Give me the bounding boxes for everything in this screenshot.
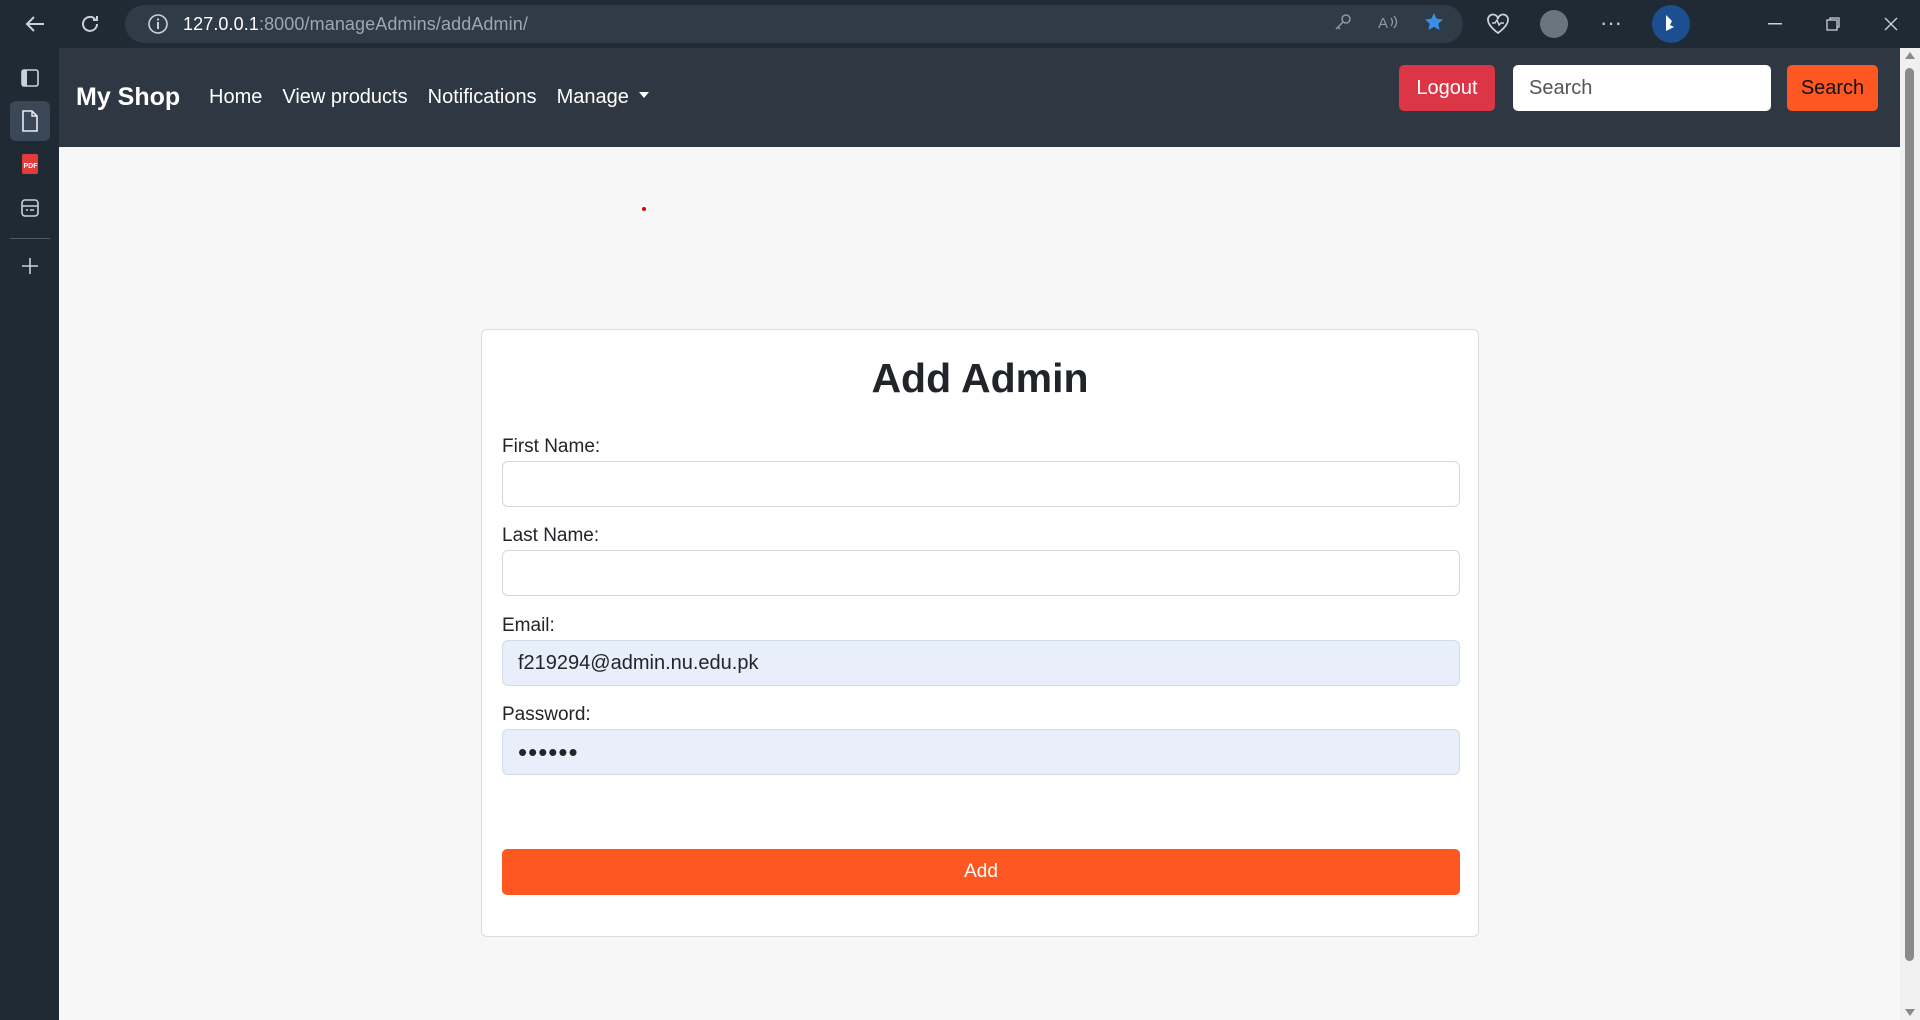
first-name-field[interactable] — [502, 461, 1460, 507]
tab-pdf-icon[interactable]: PDF — [10, 144, 50, 184]
page-scrollbar[interactable] — [1900, 48, 1920, 1020]
site-navbar: My Shop Home View products Notifications… — [59, 48, 1900, 147]
chevron-down-icon — [638, 91, 649, 98]
favorite-star-icon[interactable] — [1423, 11, 1445, 38]
nav-notifications[interactable]: Notifications — [428, 86, 537, 109]
nav-manage-dropdown[interactable]: Manage — [557, 86, 649, 109]
password-field[interactable] — [502, 729, 1460, 775]
svg-text:A: A — [1378, 15, 1388, 32]
profile-avatar[interactable] — [1540, 10, 1568, 38]
password-label: Password: — [502, 704, 591, 725]
back-arrow-icon[interactable] — [15, 4, 55, 44]
scroll-down-icon[interactable] — [1905, 1009, 1915, 1016]
brand-logo[interactable]: My Shop — [76, 83, 180, 112]
first-name-label: First Name: — [502, 436, 601, 457]
scroll-up-icon[interactable] — [1905, 52, 1915, 59]
tab-app-icon[interactable] — [10, 188, 50, 228]
browser-essentials-icon[interactable] — [1486, 13, 1510, 40]
url-text[interactable]: 127.0.0.1:8000/manageAdmins/addAdmin/ — [183, 14, 528, 35]
page-title: Add Admin — [871, 355, 1089, 401]
refresh-icon[interactable] — [70, 4, 110, 44]
tab-actions-icon[interactable] — [10, 58, 50, 98]
minimize-icon[interactable] — [1746, 0, 1804, 48]
vertical-tab-strip: PDF — [0, 48, 59, 1020]
scroll-thumb[interactable] — [1905, 68, 1914, 961]
new-tab-plus-icon[interactable] — [10, 246, 50, 286]
search-input[interactable] — [1513, 65, 1771, 111]
nav-manage-label: Manage — [556, 86, 629, 108]
more-options-icon[interactable]: ··· — [1600, 10, 1622, 36]
email-label: Email: — [502, 615, 555, 636]
nav-home[interactable]: Home — [209, 86, 262, 109]
restore-icon[interactable] — [1804, 0, 1862, 48]
search-button[interactable]: Search — [1787, 65, 1878, 111]
address-bar[interactable]: 127.0.0.1:8000/manageAdmins/addAdmin/ A — [125, 5, 1463, 43]
logout-button[interactable]: Logout — [1399, 65, 1495, 111]
add-admin-card: Add Admin First Name: Last Name: Email: … — [481, 329, 1479, 937]
copilot-icon[interactable] — [1652, 5, 1690, 43]
key-icon[interactable] — [1333, 12, 1353, 37]
tab-page-icon[interactable] — [10, 101, 50, 141]
tab-divider — [10, 238, 50, 239]
browser-toolbar: 127.0.0.1:8000/manageAdmins/addAdmin/ A … — [0, 0, 1920, 48]
read-aloud-icon[interactable]: A — [1377, 12, 1399, 37]
cursor-dot — [642, 207, 646, 211]
last-name-field[interactable] — [502, 550, 1460, 596]
svg-text:PDF: PDF — [24, 163, 39, 170]
close-icon[interactable] — [1862, 0, 1920, 48]
add-button[interactable]: Add — [502, 849, 1460, 895]
site-info-icon[interactable] — [147, 13, 169, 35]
nav-view-products[interactable]: View products — [282, 86, 407, 109]
email-field[interactable] — [502, 640, 1460, 686]
last-name-label: Last Name: — [502, 525, 600, 546]
